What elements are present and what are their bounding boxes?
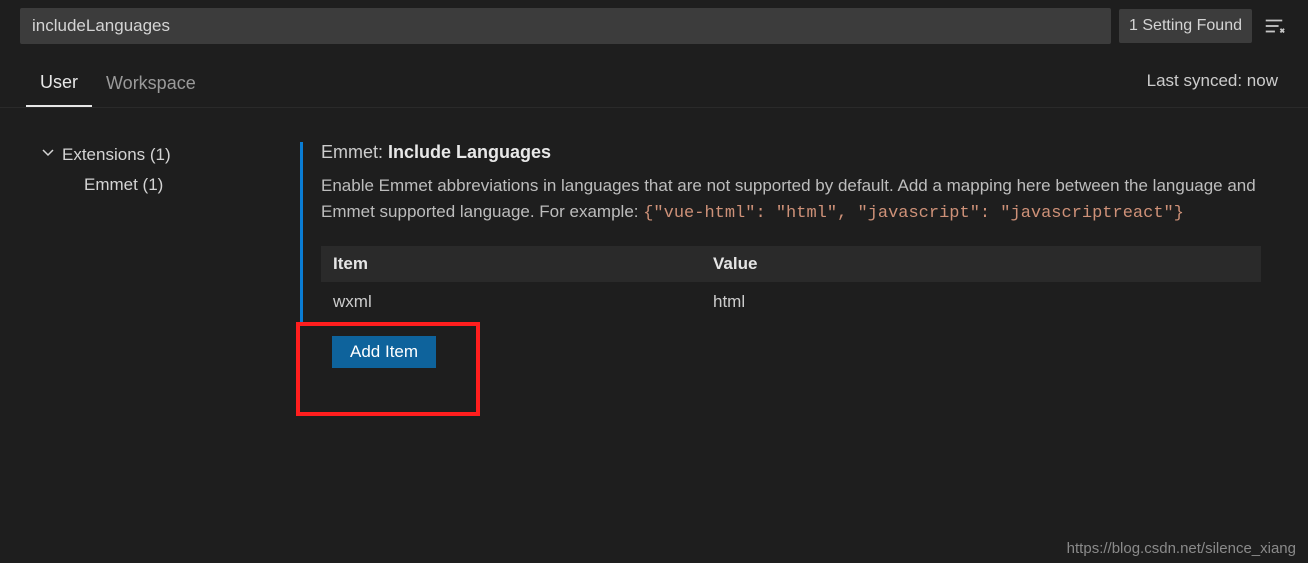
cell-item: wxml <box>333 292 713 312</box>
results-count-badge: 1 Setting Found <box>1119 9 1252 43</box>
annotation-highlight: Add Item <box>296 322 480 416</box>
add-item-button[interactable]: Add Item <box>332 336 436 368</box>
setting-description: Enable Emmet abbreviations in languages … <box>321 173 1261 228</box>
tree-item-emmet[interactable]: Emmet (1) <box>40 169 290 199</box>
sync-status: Last synced: now <box>1147 71 1282 99</box>
cell-value: html <box>713 292 1249 312</box>
setting-desc-code: {"vue-html": "html", "javascript": "java… <box>643 204 1184 223</box>
setting-title: Emmet: Include Languages <box>321 142 1288 163</box>
table-header: Item Value <box>321 246 1261 282</box>
setting-emmet-include-languages: Emmet: Include Languages Enable Emmet ab… <box>300 142 1288 322</box>
col-head-value: Value <box>713 254 1249 274</box>
kv-table: Item Value wxml html <box>321 246 1261 322</box>
tree-item-label: Extensions (1) <box>62 145 171 165</box>
watermark: https://blog.csdn.net/silence_xiang <box>1067 540 1296 557</box>
settings-tree: Extensions (1) Emmet (1) <box>0 120 300 416</box>
chevron-down-icon <box>40 144 56 165</box>
filter-icon[interactable] <box>1260 12 1288 40</box>
col-head-item: Item <box>333 254 713 274</box>
setting-title-prefix: Emmet: <box>321 142 388 162</box>
table-row[interactable]: wxml html <box>321 282 1261 322</box>
tab-user[interactable]: User <box>26 62 92 107</box>
setting-title-name: Include Languages <box>388 142 551 162</box>
settings-search-input[interactable] <box>20 8 1111 44</box>
tree-item-extensions[interactable]: Extensions (1) <box>40 140 290 169</box>
tab-workspace[interactable]: Workspace <box>92 63 210 106</box>
